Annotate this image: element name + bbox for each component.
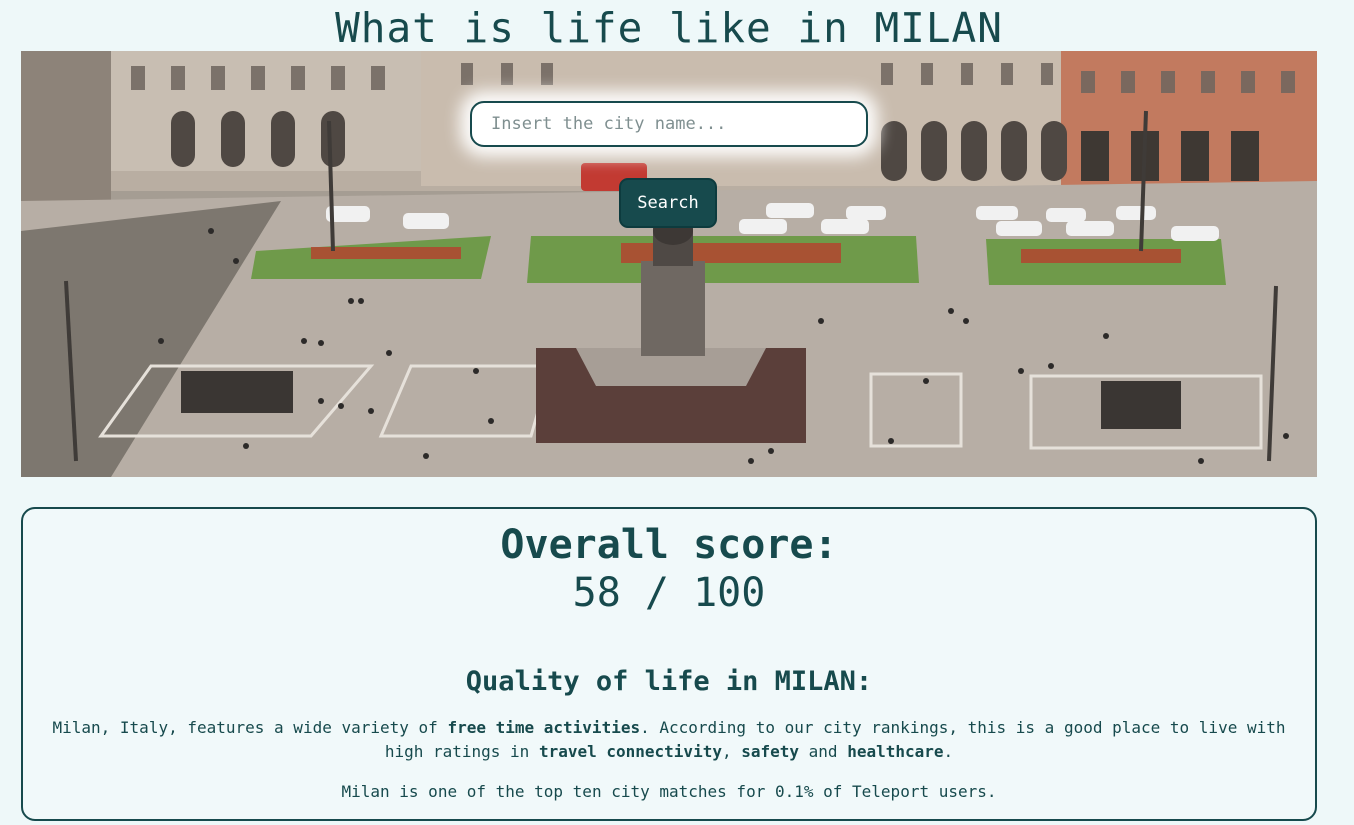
summary-text: and bbox=[799, 742, 848, 761]
highlight-free-time-activities: free time activities bbox=[447, 718, 641, 737]
teleport-note: Milan is one of the top ten city matches… bbox=[341, 782, 997, 801]
city-summary: Milan, Italy, features a wide variety of… bbox=[49, 716, 1289, 764]
summary-text: . bbox=[943, 742, 954, 761]
overall-score-heading: Overall score: bbox=[500, 522, 838, 568]
highlight-healthcare: healthcare bbox=[847, 742, 944, 761]
quality-of-life-heading: Quality of life in MILAN: bbox=[465, 666, 873, 697]
summary-text: , bbox=[721, 742, 742, 761]
highlight-travel-connectivity: travel connectivity bbox=[538, 742, 722, 761]
highlight-safety: safety bbox=[741, 742, 800, 761]
score-card: Overall score: 58 / 100 Quality of life … bbox=[21, 507, 1317, 821]
hero-image: Search bbox=[21, 51, 1317, 477]
summary-text: Milan, Italy, features a wide variety of bbox=[52, 718, 448, 737]
page-title: What is life like in MILAN bbox=[335, 4, 1003, 52]
search-button[interactable]: Search bbox=[619, 178, 717, 228]
search-input[interactable] bbox=[470, 101, 868, 147]
overall-score-value: 58 / 100 bbox=[572, 570, 766, 616]
